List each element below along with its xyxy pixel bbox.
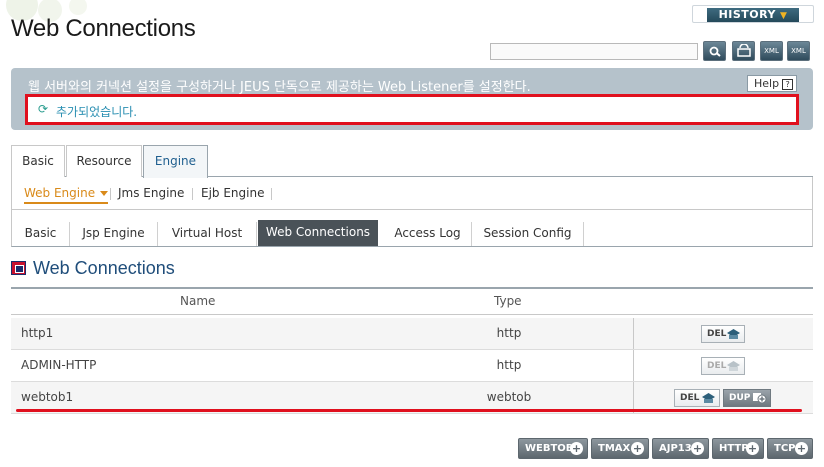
delete-button-disabled: DEL bbox=[701, 357, 745, 375]
plus-icon: + bbox=[691, 442, 704, 455]
delete-icon bbox=[727, 329, 740, 339]
xml-export-icon: XML bbox=[764, 47, 779, 55]
plus-icon: + bbox=[570, 442, 583, 455]
tab-resource[interactable]: Resource bbox=[66, 145, 142, 177]
duplicate-button[interactable]: DUP bbox=[723, 389, 771, 407]
add-ajp13-button[interactable]: AJP13 + bbox=[652, 438, 709, 459]
subtab-web-engine[interactable]: Web Engine bbox=[24, 186, 109, 204]
tab-virtual-host[interactable]: Virtual Host bbox=[158, 222, 257, 246]
top-tab-bar: Basic Resource Engine bbox=[11, 145, 813, 178]
section-title: Web Connections bbox=[33, 258, 175, 278]
subtab-jms-engine[interactable]: Jms Engine bbox=[118, 186, 184, 200]
page-description: 웹 서버와의 커넥션 설정을 구성하거나 JEUS 단독으로 제공하는 Web … bbox=[28, 80, 531, 95]
xml-import-icon: XML bbox=[791, 47, 806, 55]
add-http-button[interactable]: HTTP + bbox=[712, 438, 764, 459]
connection-type: webtob bbox=[486, 390, 532, 404]
plus-icon: + bbox=[795, 442, 808, 455]
search-icon bbox=[709, 46, 721, 57]
table-row: http1 http DEL bbox=[11, 318, 813, 350]
subtab-ejb-engine[interactable]: Ejb Engine bbox=[201, 186, 264, 200]
highlight-underline bbox=[16, 409, 802, 412]
import-xml-button[interactable]: XML bbox=[787, 41, 810, 61]
column-header-type: Type bbox=[494, 294, 522, 308]
add-webtob-button[interactable]: WEBTOB + bbox=[518, 438, 588, 459]
plus-icon: + bbox=[746, 442, 759, 455]
refresh-button[interactable] bbox=[732, 41, 755, 61]
divider bbox=[192, 188, 193, 200]
search-button[interactable] bbox=[703, 41, 726, 61]
search-input[interactable] bbox=[490, 43, 698, 60]
actions-cell: DEL bbox=[633, 318, 813, 349]
add-tcp-button[interactable]: TCP + bbox=[767, 438, 813, 459]
connection-name: ADMIN-HTTP bbox=[21, 358, 97, 372]
divider bbox=[110, 188, 111, 200]
column-header-name: Name bbox=[180, 294, 216, 308]
delete-icon bbox=[702, 393, 715, 403]
caret-down-icon bbox=[100, 191, 109, 196]
info-bar: 웹 서버와의 커넥션 설정을 구성하거나 JEUS 단독으로 제공하는 Web … bbox=[11, 68, 813, 130]
web-engine-tabs: Basic Jsp Engine Virtual Host Web Connec… bbox=[11, 210, 813, 247]
divider bbox=[271, 188, 272, 200]
connection-type: http bbox=[496, 326, 522, 340]
delete-button[interactable]: DEL bbox=[701, 325, 745, 343]
status-message: 추가되었습니다. bbox=[56, 105, 138, 119]
history-button[interactable]: HISTORY ▼ bbox=[692, 5, 814, 23]
table-header: Name Type bbox=[11, 287, 813, 315]
tab-basic[interactable]: Basic bbox=[11, 145, 65, 177]
question-icon: ? bbox=[782, 78, 794, 90]
tab-jsp-engine[interactable]: Jsp Engine bbox=[70, 222, 158, 246]
add-tmax-button[interactable]: TMAX + bbox=[591, 438, 649, 459]
section-icon bbox=[11, 261, 26, 275]
table-row: ADMIN-HTTP http DEL bbox=[11, 350, 813, 382]
delete-icon bbox=[727, 361, 740, 371]
connection-name: webtob1 bbox=[21, 390, 74, 404]
duplicate-icon bbox=[753, 393, 767, 404]
history-label: HISTORY bbox=[718, 8, 776, 21]
refresh-icon bbox=[736, 43, 751, 57]
tab-session-config[interactable]: Session Config bbox=[472, 222, 584, 246]
status-message-box: ⟳ 추가되었습니다. bbox=[25, 94, 799, 125]
plus-icon: + bbox=[631, 442, 644, 455]
page-title: Web Connections bbox=[11, 15, 196, 42]
engine-sub-tabs: Web Engine Jms Engine Ejb Engine bbox=[11, 177, 813, 210]
tab-web-connections[interactable]: Web Connections bbox=[258, 220, 378, 246]
help-button[interactable]: Help? bbox=[747, 75, 797, 92]
tab-web-basic[interactable]: Basic bbox=[12, 222, 70, 246]
delete-button[interactable]: DEL bbox=[674, 389, 720, 407]
tab-engine[interactable]: Engine bbox=[143, 145, 208, 178]
help-label: Help bbox=[754, 77, 780, 90]
tab-access-log[interactable]: Access Log bbox=[384, 222, 472, 246]
chevron-down-icon: ▼ bbox=[780, 11, 788, 21]
export-xml-button[interactable]: XML bbox=[760, 41, 783, 61]
connection-name: http1 bbox=[21, 326, 54, 340]
refresh-icon: ⟳ bbox=[38, 102, 49, 116]
actions-cell: DEL bbox=[633, 350, 813, 381]
connection-type: http bbox=[496, 358, 522, 372]
